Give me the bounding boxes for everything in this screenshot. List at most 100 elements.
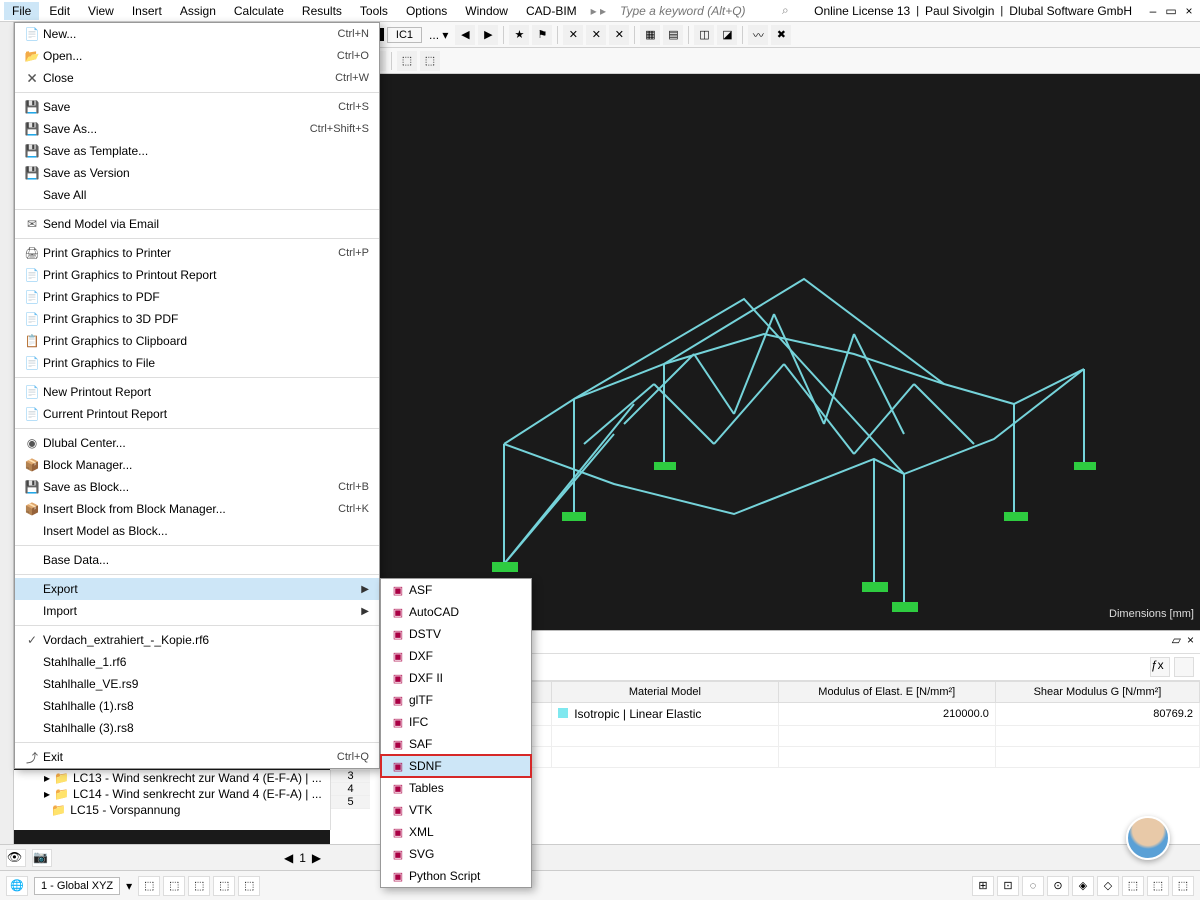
pager-prev-icon[interactable]: ◀: [284, 851, 293, 865]
file-menu-item[interactable]: 📂 Open... Ctrl+O: [15, 45, 379, 67]
menu-tools[interactable]: Tools: [352, 2, 396, 20]
menu-cadbim[interactable]: CAD-BIM: [518, 2, 585, 20]
window-min-icon[interactable]: –: [1146, 4, 1160, 18]
export-item-sdnf[interactable]: ▣SDNF: [381, 755, 531, 777]
file-menu-item[interactable]: Base Data...: [15, 549, 379, 571]
export-item-dxf-ii[interactable]: ▣DXF II: [381, 667, 531, 689]
export-item-xml[interactable]: ▣XML: [381, 821, 531, 843]
file-menu-item[interactable]: 📦 Block Manager...: [15, 454, 379, 476]
export-item-dstv[interactable]: ▣DSTV: [381, 623, 531, 645]
file-menu-item[interactable]: 📄 Print Graphics to Printout Report: [15, 264, 379, 286]
export-item-saf[interactable]: ▣SAF: [381, 733, 531, 755]
tb2-p-icon[interactable]: ⬚: [397, 51, 417, 71]
keyword-search-input[interactable]: [620, 4, 780, 18]
tb-nav-right-icon[interactable]: ▶: [478, 25, 498, 45]
export-item-gltf[interactable]: ▣glTF: [381, 689, 531, 711]
menu-calculate[interactable]: Calculate: [226, 2, 292, 20]
cell-e[interactable]: 210000.0: [778, 703, 995, 726]
nav-tree[interactable]: ▸📁LC13 - Wind senkrecht zur Wand 4 (E-F-…: [14, 770, 330, 830]
file-menu-item[interactable]: Stahlhalle (1).rs8: [15, 695, 379, 717]
menu-view[interactable]: View: [80, 2, 122, 20]
menu-results[interactable]: Results: [294, 2, 350, 20]
panel-pop-icon[interactable]: ▱: [1172, 633, 1181, 647]
sb-snap2-icon[interactable]: ⊡: [997, 876, 1019, 896]
sb-snap9-icon[interactable]: ⬚: [1172, 876, 1194, 896]
tb-layer2-icon[interactable]: ◪: [717, 25, 737, 45]
eye-icon[interactable]: 👁: [6, 849, 26, 867]
tb2-q-icon[interactable]: ⬚: [420, 51, 440, 71]
menu-window[interactable]: Window: [457, 2, 516, 20]
export-item-dxf[interactable]: ▣DXF: [381, 645, 531, 667]
search-go-icon[interactable]: ⌕: [782, 3, 789, 18]
export-item-asf[interactable]: ▣ASF: [381, 579, 531, 601]
sb-snap3-icon[interactable]: ◌: [1022, 876, 1044, 896]
file-menu-item[interactable]: 🖨 Print Graphics to Printer Ctrl+P: [15, 242, 379, 264]
ic1-selector[interactable]: IC1: [387, 27, 422, 43]
sb-a-icon[interactable]: ⬚: [138, 876, 160, 896]
sb-b-icon[interactable]: ⬚: [163, 876, 185, 896]
menu-insert[interactable]: Insert: [124, 2, 170, 20]
tb-layer-icon[interactable]: ◫: [694, 25, 714, 45]
file-menu-item[interactable]: Export ▶: [15, 578, 379, 600]
file-menu-item[interactable]: 📋 Print Graphics to Clipboard: [15, 330, 379, 352]
sb-snap7-icon[interactable]: ⬚: [1122, 876, 1144, 896]
menu-assign[interactable]: Assign: [172, 2, 224, 20]
file-menu-item[interactable]: ✓ Vordach_extrahiert_-_Kopie.rf6: [15, 629, 379, 651]
file-menu-item[interactable]: 💾 Save as Template...: [15, 140, 379, 162]
tb-x3-icon[interactable]: ✕: [609, 25, 629, 45]
file-menu-item[interactable]: 📄 Print Graphics to PDF: [15, 286, 379, 308]
menu-more-icon[interactable]: ▸ ▸: [587, 4, 610, 18]
tb-grid2-icon[interactable]: ▤: [663, 25, 683, 45]
export-item-vtk[interactable]: ▣VTK: [381, 799, 531, 821]
panel-close-icon[interactable]: ×: [1187, 633, 1194, 647]
export-item-python-script[interactable]: ▣Python Script: [381, 865, 531, 887]
export-item-ifc[interactable]: ▣IFC: [381, 711, 531, 733]
sb-snap4-icon[interactable]: ⊙: [1047, 876, 1069, 896]
sb-snap1-icon[interactable]: ⊞: [972, 876, 994, 896]
menu-options[interactable]: Options: [398, 2, 455, 20]
sb-e-icon[interactable]: ⬚: [238, 876, 260, 896]
file-menu-item[interactable]: 📄 New Printout Report: [15, 381, 379, 403]
file-menu-item[interactable]: 📄 Current Printout Report: [15, 403, 379, 425]
th-material-model[interactable]: Material Model: [552, 682, 778, 703]
file-menu-item[interactable]: 📄 New... Ctrl+N: [15, 23, 379, 45]
cell-model[interactable]: Isotropic | Linear Elastic: [552, 703, 778, 726]
sb-snap8-icon[interactable]: ⬚: [1147, 876, 1169, 896]
window-close-icon[interactable]: ×: [1182, 4, 1196, 18]
th-modulus-e[interactable]: Modulus of Elast. E [N/mm²]: [778, 682, 995, 703]
th-shear-g[interactable]: Shear Modulus G [N/mm²]: [995, 682, 1199, 703]
tb-x2-icon[interactable]: ✕: [586, 25, 606, 45]
tb-grid-icon[interactable]: ▦: [640, 25, 660, 45]
sb-snap6-icon[interactable]: ◇: [1097, 876, 1119, 896]
export-item-svg[interactable]: ▣SVG: [381, 843, 531, 865]
file-menu-item[interactable]: 💾 Save as Version: [15, 162, 379, 184]
sb-d-icon[interactable]: ⬚: [213, 876, 235, 896]
file-menu-item[interactable]: 💾 Save Ctrl+S: [15, 96, 379, 118]
coord-dropdown-icon[interactable]: ▾: [126, 879, 132, 893]
tb-wave-icon[interactable]: 〰: [748, 25, 768, 45]
file-menu-item[interactable]: 📄 Print Graphics to File: [15, 352, 379, 374]
ic1-more-icon[interactable]: ... ▾: [425, 28, 452, 42]
export-item-autocad[interactable]: ▣AutoCAD: [381, 601, 531, 623]
window-restore-icon[interactable]: ▭: [1164, 4, 1178, 18]
tool-fx-icon[interactable]: ƒx: [1150, 657, 1170, 677]
assistant-avatar[interactable]: [1126, 816, 1170, 860]
file-menu-item[interactable]: Stahlhalle (3).rs8: [15, 717, 379, 739]
file-menu-item[interactable]: ⤴ Exit Ctrl+Q: [15, 746, 379, 768]
file-menu-item[interactable]: 💾 Save as Block... Ctrl+B: [15, 476, 379, 498]
file-menu-item[interactable]: 💾 Save As... Ctrl+Shift+S: [15, 118, 379, 140]
file-menu-item[interactable]: Import ▶: [15, 600, 379, 622]
menu-file[interactable]: File: [4, 2, 39, 20]
file-menu-item[interactable]: Stahlhalle_1.rf6: [15, 651, 379, 673]
tool-d-icon[interactable]: [1174, 657, 1194, 677]
file-menu-item[interactable]: Stahlhalle_VE.rs9: [15, 673, 379, 695]
menu-edit[interactable]: Edit: [41, 2, 78, 20]
file-menu-item[interactable]: ✉ Send Model via Email: [15, 213, 379, 235]
tb-flag-icon[interactable]: ⚑: [532, 25, 552, 45]
file-menu-item[interactable]: Save All: [15, 184, 379, 206]
file-menu-item[interactable]: 📦 Insert Block from Block Manager... Ctr…: [15, 498, 379, 520]
sb-globe-icon[interactable]: 🌐: [6, 876, 28, 896]
tb-x1-icon[interactable]: ✕: [563, 25, 583, 45]
pager-next-icon[interactable]: ▶: [312, 851, 321, 865]
cell-g[interactable]: 80769.2: [995, 703, 1199, 726]
